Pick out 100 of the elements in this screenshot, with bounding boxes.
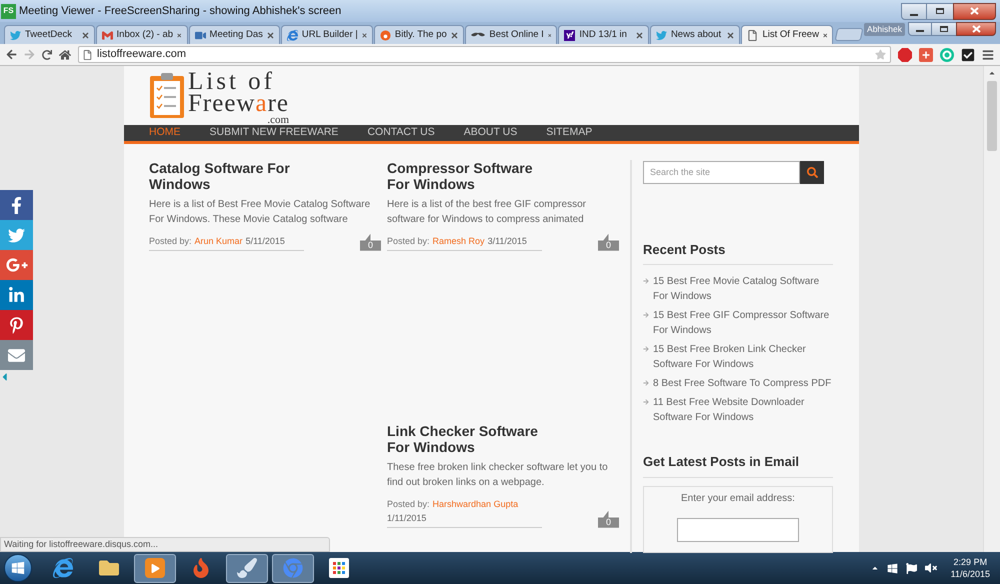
star-icon[interactable] [875,49,886,60]
collapse-icon[interactable] [0,371,9,383]
share-button[interactable] [0,310,33,340]
close-tab-icon[interactable] [548,32,552,38]
recent-post-link[interactable]: 15 Best Free GIF Compressor Software For Windows [653,308,833,338]
taskbar-app[interactable] [134,554,176,582]
windows-icon[interactable] [886,562,898,574]
address-bar[interactable]: listoffreeware.com [78,46,891,63]
speaker-muted-icon[interactable] [924,562,937,574]
scrollbar[interactable] [983,66,1000,552]
mustache-icon [471,32,486,38]
browser-tab[interactable]: Inbox (2) - ab [96,25,188,44]
close-tab-icon[interactable] [177,32,182,38]
close-tab-icon[interactable] [362,32,367,38]
post-date: 3/11/2015 [488,234,527,248]
close-tab-icon[interactable] [266,32,274,38]
close-tab-icon[interactable] [636,32,643,38]
tab-title: Best Online I [489,28,544,42]
reload-icon[interactable] [42,50,52,60]
nav-link[interactable]: ABOUT US [464,125,518,141]
start-button[interactable] [4,554,32,582]
flag-icon[interactable] [906,562,917,574]
minimize-button[interactable] [901,2,927,20]
post-date: 5/11/2015 [246,234,285,248]
nav-link[interactable]: CONTACT US [367,125,435,141]
menu-icon[interactable] [982,48,994,60]
page-icon [747,30,758,40]
tab-title: List Of Freew [762,28,819,42]
page-icon [83,50,92,60]
post-title[interactable]: Catalog Software For Windows [149,160,314,192]
tab-title: TweetDeck [25,28,73,42]
browser-tab[interactable]: IND 13/1 in [558,25,649,44]
paintbrush-icon [237,558,257,578]
linkedin-icon [8,286,25,304]
post-title[interactable]: Link Checker Software For Windows [387,422,552,455]
site-logo[interactable]: List of Freeware .com [124,66,859,125]
taskbar-app[interactable] [226,554,268,582]
share-button[interactable] [0,340,33,370]
posted-by-label: Posted by: [149,234,192,248]
minimize-button[interactable] [908,22,932,36]
browser-tab[interactable]: Meeting Das [188,25,280,44]
search-button[interactable] [800,160,824,184]
clock[interactable]: 2:29 PM 11/6/2015 [950,556,990,580]
app-badge: FS [1,4,16,18]
browser-tab[interactable]: URL Builder | [280,25,373,44]
browser-tab[interactable]: Bitly. The po [374,25,464,44]
close-tab-icon[interactable] [451,32,458,38]
clipboard-icon [149,71,185,119]
browser-e-icon [53,558,73,578]
post-excerpt: These free broken link checker software let you to find out broken links on a webpage. [387,460,609,490]
plus-icon[interactable] [919,48,933,62]
clock-time: 2:29 PM [954,556,988,568]
recent-post-link[interactable]: 11 Best Free Website Downloader Software For Windows [653,395,833,426]
posted-by-label: Posted by: [387,234,430,248]
search-field[interactable]: Search the site [643,160,800,184]
pinterest-icon [8,316,25,334]
recent-post-link[interactable]: 15 Best Free Movie Catalog Software For Windows [653,274,833,304]
post-date: 1/11/2015 [387,512,426,525]
close-tab-icon[interactable] [82,32,89,38]
checkbox-icon[interactable] [961,48,975,62]
scroll-up-icon[interactable] [988,69,996,77]
nav-link[interactable]: SITEMAP [546,125,592,141]
browser-e-icon [286,30,298,40]
logo-text: List of Freeware .com [188,71,290,125]
maximize-button[interactable] [927,2,953,20]
close-button[interactable] [953,2,996,20]
recent-post-link[interactable]: 8 Best Free Software To Compress PDF [653,376,832,392]
arrow-icon [643,312,649,318]
close-tab-icon[interactable] [822,32,828,38]
grid-icon [329,558,349,578]
share-button[interactable] [0,250,33,280]
back-icon[interactable] [6,49,17,60]
scrollbar-thumb[interactable] [987,81,997,151]
browser-tab[interactable]: News about [650,25,740,44]
close-button[interactable] [956,22,996,36]
maximize-button[interactable] [932,22,956,36]
tab-title: Meeting Das [210,28,263,42]
tray-expand-icon[interactable] [870,564,879,572]
email-field[interactable] [677,518,799,542]
share-button[interactable] [0,190,33,220]
chrome-icon [283,558,303,578]
nav-link[interactable]: HOME [149,125,180,141]
post-title[interactable]: Compressor Software For Windows [387,160,552,192]
stop-sign-icon[interactable] [898,48,912,62]
browser-tab[interactable]: List Of Freew [741,25,834,44]
browser-tab[interactable]: Best Online I [465,25,558,44]
bird-icon [656,30,667,40]
yahoo-logo-icon [564,30,576,40]
share-button[interactable] [0,280,33,310]
clock-date: 11/6/2015 [950,568,990,580]
close-tab-icon[interactable] [727,32,734,38]
windows-logo-icon [11,561,25,575]
recent-post-link[interactable]: 15 Best Free Broken Link Checker Software For Windows [653,342,833,372]
home-icon[interactable] [59,48,71,60]
browser-tab[interactable]: TweetDeck [4,25,95,44]
search-icon [806,166,818,178]
nav-link[interactable]: SUBMIT NEW FREEWARE [210,125,338,141]
arrow-icon [643,399,649,406]
twitter-icon [8,226,25,244]
close-icon [970,7,979,15]
